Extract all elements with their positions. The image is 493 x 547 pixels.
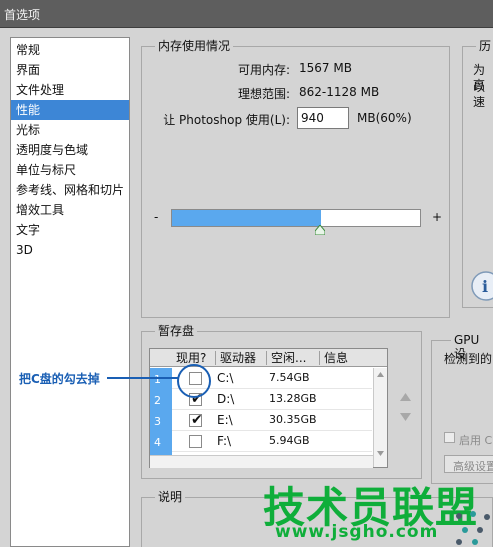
advanced-settings-button[interactable]: 高级设置 [444, 455, 493, 473]
sidebar-item-plugins[interactable]: 增效工具 [11, 200, 129, 220]
annotation-circle [177, 364, 211, 398]
free-space: 7.54GB [269, 371, 310, 384]
history-group-title: 历 [476, 39, 493, 53]
sidebar-item-general[interactable]: 常规 [11, 40, 129, 60]
sidebar-item-guides-grid[interactable]: 参考线、网格和切片 [11, 180, 129, 200]
description-title: 说明 [155, 490, 186, 504]
drive-letter: C:\ [217, 371, 234, 385]
column-header-drive[interactable]: 驱动器 [220, 351, 256, 365]
free-space: 30.35GB [269, 413, 317, 426]
memory-slider-thumb[interactable] [315, 225, 325, 235]
row-number: 4 [154, 436, 161, 449]
annotation-text: 把C盘的勾去掉 [19, 372, 100, 386]
free-space: 5.94GB [269, 434, 310, 447]
history-text-line2: 高速 [473, 78, 486, 109]
column-separator [319, 351, 320, 365]
table-row[interactable]: ✔ E:\ 30.35GB [172, 410, 372, 431]
sidebar-item-interface[interactable]: 界面 [11, 60, 129, 80]
annotation-pointer-line [107, 377, 179, 379]
svg-text:i: i [482, 277, 488, 296]
available-memory-label: 可用内存: [237, 63, 290, 77]
title-bar: 首选项 [0, 0, 493, 28]
scroll-up-icon[interactable] [377, 372, 384, 377]
reorder-arrows [400, 393, 412, 421]
column-header-active[interactable]: 现用? [176, 351, 206, 365]
watermark-dots-icon [456, 511, 490, 545]
active-checkbox[interactable] [189, 435, 202, 448]
scroll-down-icon[interactable] [377, 451, 384, 456]
photoshop-memory-label: 让 Photoshop 使用(L): [163, 113, 290, 127]
scratch-table-header: 现用? 驱动器 空闲... 信息 [150, 349, 387, 367]
sidebar-item-type[interactable]: 文字 [11, 220, 129, 240]
row-number: 1 [154, 373, 161, 386]
column-header-info[interactable]: 信息 [324, 351, 348, 365]
available-memory-value: 1567 MB [299, 61, 352, 75]
horizontal-scrollbar[interactable] [150, 455, 373, 468]
free-space: 13.28GB [269, 392, 317, 405]
enable-opengl-checkbox[interactable] [444, 432, 455, 443]
memory-slider-track[interactable] [171, 209, 421, 227]
memory-percent-label: MB(60%) [357, 111, 412, 125]
sidebar-item-transparency[interactable]: 透明度与色域 [11, 140, 129, 160]
gpu-detected-label: 检测到的 [444, 352, 493, 366]
column-separator [215, 351, 216, 365]
table-row[interactable]: F:\ 5.94GB [172, 431, 372, 452]
watermark-url: www.jsgho.com [275, 522, 439, 542]
sidebar-item-file-handling[interactable]: 文件处理 [11, 80, 129, 100]
ideal-range-label: 理想范围: [237, 87, 290, 101]
sidebar-item-cursors[interactable]: 光标 [11, 120, 129, 140]
row-number-column: 1 2 3 4 [150, 368, 172, 455]
checkmark-icon: ✔ [191, 412, 203, 428]
memory-slider-fill [172, 210, 321, 226]
photoshop-memory-input[interactable] [297, 107, 349, 129]
enable-opengl-label: 启用 C [459, 434, 493, 447]
column-separator [266, 351, 267, 365]
sidebar-item-performance[interactable]: 性能 [11, 100, 129, 120]
slider-minus: - [154, 210, 159, 224]
drive-letter: E:\ [217, 413, 233, 427]
column-header-free-space[interactable]: 空闲... [271, 351, 306, 365]
down-arrow-icon[interactable] [400, 413, 411, 421]
active-checkbox[interactable]: ✔ [189, 412, 203, 428]
sidebar-item-units-rulers[interactable]: 单位与标尺 [11, 160, 129, 180]
memory-usage-title: 内存使用情况 [155, 39, 234, 53]
ideal-range-value: 862-1128 MB [299, 85, 380, 99]
memory-usage-group [141, 46, 450, 318]
preferences-sidebar: 常规 界面 文件处理 性能 光标 透明度与色域 单位与标尺 参考线、网格和切片 … [10, 37, 130, 547]
scratch-disks-title: 暂存盘 [155, 324, 198, 338]
slider-plus: + [432, 210, 443, 224]
sidebar-item-3d[interactable]: 3D [11, 240, 129, 260]
drive-letter: D:\ [217, 392, 235, 406]
up-arrow-icon[interactable] [400, 393, 411, 401]
row-number: 2 [154, 394, 161, 407]
drive-letter: F:\ [217, 434, 232, 448]
vertical-scrollbar[interactable] [373, 368, 387, 467]
row-number: 3 [154, 415, 161, 428]
window-title: 首选项 [4, 8, 41, 22]
info-icon: i [471, 271, 493, 301]
